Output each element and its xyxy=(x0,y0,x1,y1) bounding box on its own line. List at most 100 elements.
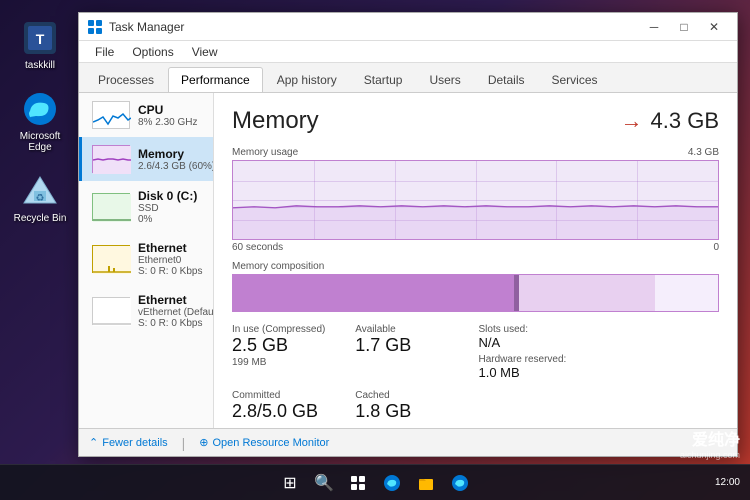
sidebar-eth1-title: Ethernet xyxy=(138,241,203,255)
explorer-taskbar-button[interactable] xyxy=(411,468,441,498)
sidebar-item-memory[interactable]: Memory 2.6/4.3 GB (60%) xyxy=(79,137,213,181)
sidebar-cpu-title: CPU xyxy=(138,103,203,117)
stats-grid: In use (Compressed) 2.5 GB 199 MB Availa… xyxy=(232,324,719,428)
taskbar-right: 12:00 xyxy=(715,477,740,488)
memory-arrow-icon: → xyxy=(621,108,643,134)
graph-labels: Memory usage 4.3 GB xyxy=(232,147,719,158)
graph-time-labels: 60 seconds 0 xyxy=(232,242,719,253)
graph-seconds-right: 0 xyxy=(713,242,719,253)
main-panel: Memory → 4.3 GB Memory usage 4.3 GB xyxy=(214,93,737,428)
taskkill-icon[interactable]: T taskkill xyxy=(10,20,70,71)
memory-size-value: 4.3 GB xyxy=(651,108,719,134)
sidebar-cpu-sub: 8% 2.30 GHz xyxy=(138,117,203,128)
stat-inuse-sub: 199 MB xyxy=(232,357,349,368)
maximize-button[interactable]: □ xyxy=(669,13,699,41)
stat-cached-value: 1.8 GB xyxy=(355,401,472,422)
tab-details[interactable]: Details xyxy=(475,67,538,92)
bottom-separator: | xyxy=(182,435,186,451)
comp-free-bar xyxy=(655,275,718,311)
main-content: CPU 8% 2.30 GHz Memory 2.6/4.3 GB (6 xyxy=(79,93,737,428)
close-button[interactable]: ✕ xyxy=(699,13,729,41)
sidebar-eth2-sub1: vEthernet (Default ... xyxy=(138,307,203,318)
cpu-mini-chart xyxy=(92,101,130,129)
start-button[interactable]: ⊞ xyxy=(275,468,305,498)
disk-mini-chart xyxy=(92,193,130,221)
stat-hw-value: 1.0 MB xyxy=(479,365,596,380)
stat-slots-label: Slots used: xyxy=(479,324,596,335)
sidebar-eth1-sub1: Ethernet0 xyxy=(138,255,203,266)
window-icon xyxy=(87,19,103,35)
taskbar-time: 12:00 xyxy=(715,477,740,488)
memory-header: Memory → 4.3 GB xyxy=(232,107,719,135)
stat-slots: Slots used: N/A Hardware reserved: 1.0 M… xyxy=(479,324,596,380)
watermark: 爱纯净 aichunjing.com xyxy=(680,426,740,460)
sidebar-disk-sub1: SSD xyxy=(138,203,203,214)
eth1-mini-chart xyxy=(92,245,130,273)
sidebar-item-disk[interactable]: Disk 0 (C:) SSD 0% xyxy=(79,181,213,233)
svg-text:♻: ♻ xyxy=(36,193,45,204)
desktop: T taskkill MicrosoftEdge ♻ xyxy=(0,0,750,500)
composition-label: Memory composition xyxy=(232,261,719,272)
svg-text:T: T xyxy=(36,31,45,47)
stat-committed-label: Committed xyxy=(232,390,349,401)
memory-mini-chart xyxy=(92,145,130,173)
sidebar-eth1-sub2: S: 0 R: 0 Kbps xyxy=(138,266,203,277)
memory-size-area: → 4.3 GB xyxy=(621,108,719,134)
tab-performance[interactable]: Performance xyxy=(168,67,263,92)
stat-available-value: 1.7 GB xyxy=(355,335,472,356)
menu-options[interactable]: Options xyxy=(124,43,181,61)
tab-users[interactable]: Users xyxy=(416,67,473,92)
stat-committed-value: 2.8/5.0 GB xyxy=(232,401,349,422)
tab-services[interactable]: Services xyxy=(539,67,611,92)
task-view-button[interactable] xyxy=(343,468,373,498)
tab-startup[interactable]: Startup xyxy=(351,67,416,92)
tab-bar: Processes Performance App history Startu… xyxy=(79,63,737,93)
stat-available: Available 1.7 GB xyxy=(355,324,472,380)
sidebar-disk-title: Disk 0 (C:) xyxy=(138,189,203,203)
menu-view[interactable]: View xyxy=(184,43,226,61)
tab-app-history[interactable]: App history xyxy=(264,67,350,92)
sidebar-eth2-title: Ethernet xyxy=(138,293,203,307)
stat-cached: Cached 1.8 GB xyxy=(355,390,472,422)
menu-file[interactable]: File xyxy=(87,43,122,61)
memory-usage-graph xyxy=(232,160,719,240)
recycle-bin-icon[interactable]: ♻ Recycle Bin xyxy=(10,173,70,224)
memory-title: Memory xyxy=(232,107,319,135)
resource-monitor-icon: ⊕ xyxy=(199,436,208,449)
task-manager-window: Task Manager ─ □ ✕ File Options View Pro… xyxy=(78,12,738,457)
edge-icon[interactable]: MicrosoftEdge xyxy=(10,91,70,153)
stat-inuse: In use (Compressed) 2.5 GB 199 MB xyxy=(232,324,349,380)
stat-cached-label: Cached xyxy=(355,390,472,401)
graph-label-right: 4.3 GB xyxy=(688,147,719,158)
search-button[interactable]: 🔍 xyxy=(309,468,339,498)
stat-inuse-value: 2.5 GB xyxy=(232,335,349,356)
minimize-button[interactable]: ─ xyxy=(639,13,669,41)
tab-processes[interactable]: Processes xyxy=(85,67,167,92)
sidebar-disk-sub2: 0% xyxy=(138,214,203,225)
comp-inuse-bar xyxy=(233,275,514,311)
open-resource-monitor-button[interactable]: ⊕ Open Resource Monitor xyxy=(199,436,329,449)
sidebar-item-cpu[interactable]: CPU 8% 2.30 GHz xyxy=(79,93,213,137)
comp-standby-bar xyxy=(519,275,655,311)
sidebar-memory-title: Memory xyxy=(138,147,203,161)
edge-taskbar-button[interactable] xyxy=(377,468,407,498)
sidebar-memory-sub: 2.6/4.3 GB (60%) xyxy=(138,161,203,172)
chevron-up-icon: ⌃ xyxy=(89,436,98,449)
stat-available-label: Available xyxy=(355,324,472,335)
window-controls: ─ □ ✕ xyxy=(639,13,729,41)
memory-composition-section: Memory composition xyxy=(232,261,719,312)
sidebar: CPU 8% 2.30 GHz Memory 2.6/4.3 GB (6 xyxy=(79,93,214,428)
graph-seconds-label: 60 seconds xyxy=(232,242,283,253)
eth2-mini-chart xyxy=(92,297,130,325)
sidebar-item-eth2[interactable]: Ethernet vEthernet (Default ... S: 0 R: … xyxy=(79,285,213,337)
stat-committed: Committed 2.8/5.0 GB xyxy=(232,390,349,422)
desktop-icons: T taskkill MicrosoftEdge ♻ xyxy=(10,20,70,224)
fewer-details-button[interactable]: ⌃ Fewer details xyxy=(89,436,168,449)
sidebar-item-eth1[interactable]: Ethernet Ethernet0 S: 0 R: 0 Kbps xyxy=(79,233,213,285)
recycle-bin-label: Recycle Bin xyxy=(14,213,67,224)
title-bar: Task Manager ─ □ ✕ xyxy=(79,13,737,41)
memory-usage-section: Memory usage 4.3 GB xyxy=(232,147,719,253)
stat-slots-value: N/A xyxy=(479,335,596,350)
edge2-taskbar-button[interactable] xyxy=(445,468,475,498)
taskkill-label: taskkill xyxy=(25,60,55,71)
